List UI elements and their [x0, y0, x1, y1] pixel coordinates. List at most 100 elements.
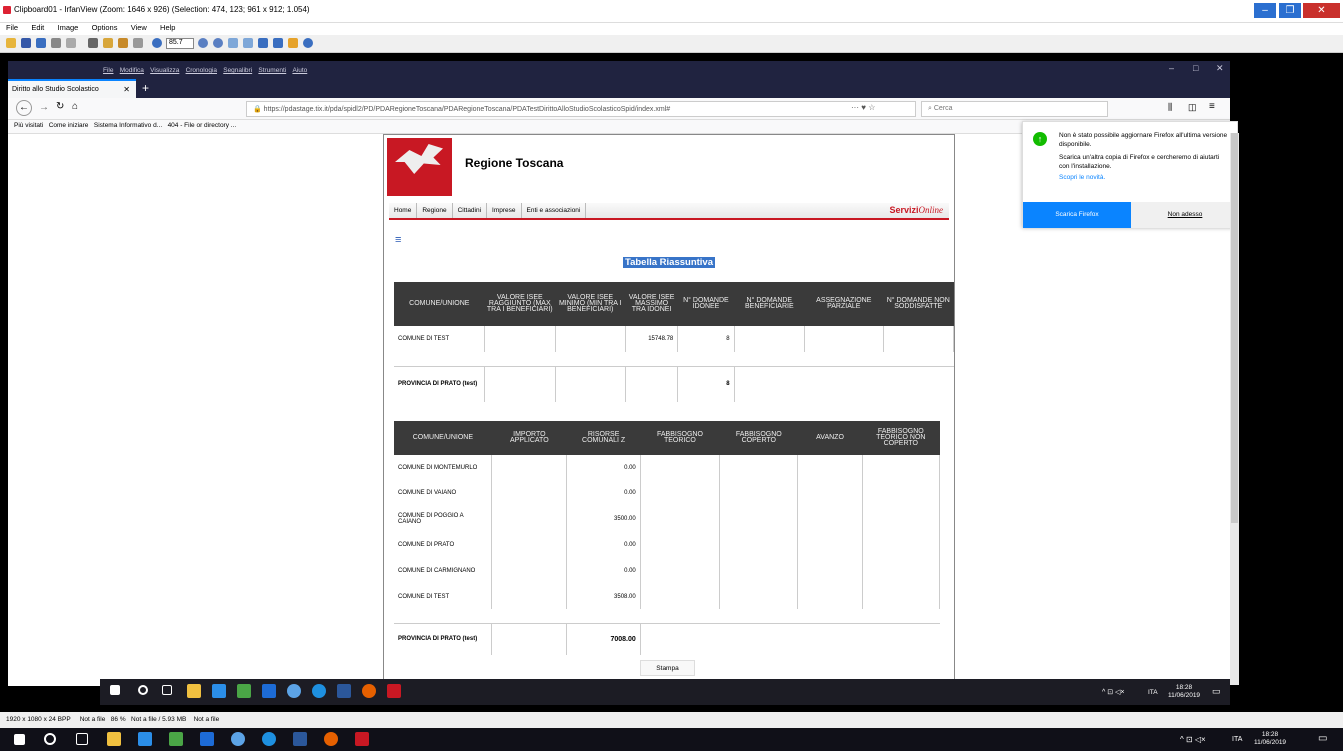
menu-options[interactable]: Options — [92, 23, 118, 32]
ff-menu-cronologia[interactable]: Cronologia — [186, 67, 217, 74]
zoom-select[interactable]: 85.7 — [166, 38, 194, 49]
search-icon[interactable] — [138, 685, 148, 695]
delete-icon[interactable] — [66, 38, 76, 48]
tray-lang[interactable]: ITA — [1232, 736, 1242, 743]
first-icon[interactable] — [258, 38, 268, 48]
bookmark-piu-visitati[interactable]: Più visitati — [14, 122, 43, 129]
ff-minimize-button[interactable]: – — [1169, 63, 1174, 73]
menu-file[interactable]: File — [6, 23, 18, 32]
app2-icon[interactable] — [231, 732, 245, 746]
sidebar-icon[interactable]: ◫ — [1188, 102, 1197, 113]
search-icon[interactable] — [44, 733, 56, 745]
chrome-icon[interactable] — [262, 732, 276, 746]
tray-icons[interactable]: ^ ⊡ ◁× — [1102, 688, 1125, 696]
page-actions-icon[interactable]: ··· ♥ ☆ — [851, 103, 875, 112]
word-icon[interactable] — [337, 684, 351, 698]
maximize-button[interactable]: ❐ — [1279, 3, 1301, 18]
ff-menu-modifica[interactable]: Modifica — [120, 67, 144, 74]
undo-icon[interactable] — [133, 38, 143, 48]
properties-icon[interactable] — [288, 38, 298, 48]
app2-icon[interactable] — [287, 684, 301, 698]
menu-icon[interactable]: ≡ — [1209, 101, 1215, 112]
url-bar[interactable]: 🔒 https://pdastage.tix.it/pda/spidl2/PD/… — [246, 101, 916, 117]
notifications-icon[interactable]: ▭ — [1318, 733, 1327, 744]
zoom-out-icon[interactable] — [213, 38, 223, 48]
library-icon[interactable]: ⫼ — [1168, 102, 1172, 113]
store-icon[interactable] — [187, 684, 201, 698]
ie-icon[interactable] — [262, 684, 276, 698]
menu-edit[interactable]: Edit — [31, 23, 44, 32]
download-firefox-button[interactable]: Scarica Firefox — [1023, 202, 1131, 228]
ff-menu-visualizza[interactable]: Visualizza — [150, 67, 179, 74]
nav-enti[interactable]: Enti e associazioni — [522, 203, 587, 218]
tab-diritto-studio[interactable]: Diritto allo Studio Scolastico ✕ — [8, 79, 136, 98]
ie-icon[interactable] — [200, 732, 214, 746]
menu-help[interactable]: Help — [160, 23, 175, 32]
app-icon[interactable] — [169, 732, 183, 746]
bookmark-come-iniziare[interactable]: Come iniziare — [49, 122, 89, 129]
back-icon[interactable]: ← — [16, 100, 32, 116]
last-icon[interactable] — [273, 38, 283, 48]
bookmark-sistema-informativo[interactable]: Sistema Informativo d... — [94, 122, 162, 129]
tray-icons[interactable]: ^ ⊡ ◁× — [1180, 735, 1206, 744]
ff-menu-strumenti[interactable]: Strumenti — [258, 67, 286, 74]
close-button[interactable]: ✕ — [1303, 3, 1340, 18]
edge-icon[interactable] — [138, 732, 152, 746]
chrome-icon[interactable] — [312, 684, 326, 698]
windows-start-icon[interactable] — [110, 685, 120, 695]
not-now-button[interactable]: Non adesso — [1131, 202, 1239, 228]
menu-view[interactable]: View — [131, 23, 147, 32]
scrollbar-thumb[interactable] — [1231, 133, 1238, 523]
ff-menu-segnalibri[interactable]: Segnalibri — [223, 67, 252, 74]
new-tab-icon[interactable]: + — [142, 81, 149, 95]
page-scrollbar[interactable] — [1230, 133, 1239, 685]
prev-icon[interactable] — [228, 38, 238, 48]
ff-menu-file[interactable]: File — [103, 67, 113, 74]
nav-home[interactable]: Home — [389, 203, 418, 218]
tray-clock[interactable]: 18:28 11/06/2019 — [1168, 684, 1200, 700]
open-icon[interactable] — [6, 38, 16, 48]
ff-close-button[interactable]: ✕ — [1216, 63, 1224, 74]
cut-icon[interactable] — [88, 38, 98, 48]
task-view-icon[interactable] — [76, 733, 88, 745]
copy-icon[interactable] — [103, 38, 113, 48]
notifications-icon[interactable]: ▭ — [1212, 686, 1221, 697]
irfanview-icon[interactable] — [387, 684, 401, 698]
nav-regione[interactable]: Regione — [417, 203, 453, 218]
minimize-button[interactable]: ‒ — [1254, 3, 1276, 18]
search-bar[interactable]: ⌕ Cerca — [921, 101, 1108, 117]
ff-maximize-button[interactable]: □ — [1193, 63, 1198, 73]
print-icon[interactable] — [51, 38, 61, 48]
tray-clock[interactable]: 18:28 11/06/2019 — [1254, 731, 1286, 747]
hamburger-icon[interactable]: ≡ — [395, 234, 401, 246]
paste-icon[interactable] — [118, 38, 128, 48]
zoom-in-icon[interactable] — [198, 38, 208, 48]
irfanview-icon[interactable] — [355, 732, 369, 746]
app-icon[interactable] — [237, 684, 251, 698]
print-button[interactable]: Stampa — [640, 660, 695, 676]
tray-lang[interactable]: ITA — [1148, 689, 1158, 696]
firefox-icon[interactable] — [362, 684, 376, 698]
nav-cittadini[interactable]: Cittadini — [453, 203, 488, 218]
forward-icon[interactable]: → — [39, 102, 49, 113]
save-icon[interactable] — [36, 38, 46, 48]
ff-menu-aiuto[interactable]: Aiuto — [292, 67, 307, 74]
menu-image[interactable]: Image — [58, 23, 79, 32]
next-icon[interactable] — [243, 38, 253, 48]
servizi-online-logo[interactable]: ServiziOnline — [889, 205, 943, 215]
help-icon[interactable] — [303, 38, 313, 48]
store-icon[interactable] — [107, 732, 121, 746]
nav-imprese[interactable]: Imprese — [487, 203, 522, 218]
windows-start-icon[interactable] — [14, 734, 25, 745]
reload-icon[interactable]: ↻ — [56, 101, 64, 112]
word-icon[interactable] — [293, 732, 307, 746]
home-icon[interactable]: ⌂ — [72, 101, 78, 112]
whats-new-link[interactable]: Scopri le novità. — [1059, 173, 1231, 182]
edge-icon[interactable] — [212, 684, 226, 698]
bookmark-404[interactable]: 404 - File or directory ... — [168, 122, 237, 129]
firefox-icon[interactable] — [324, 732, 338, 746]
info-icon[interactable] — [152, 38, 162, 48]
tab-close-icon[interactable]: ✕ — [123, 85, 130, 94]
thumbnails-icon[interactable] — [21, 38, 31, 48]
task-view-icon[interactable] — [162, 685, 172, 695]
